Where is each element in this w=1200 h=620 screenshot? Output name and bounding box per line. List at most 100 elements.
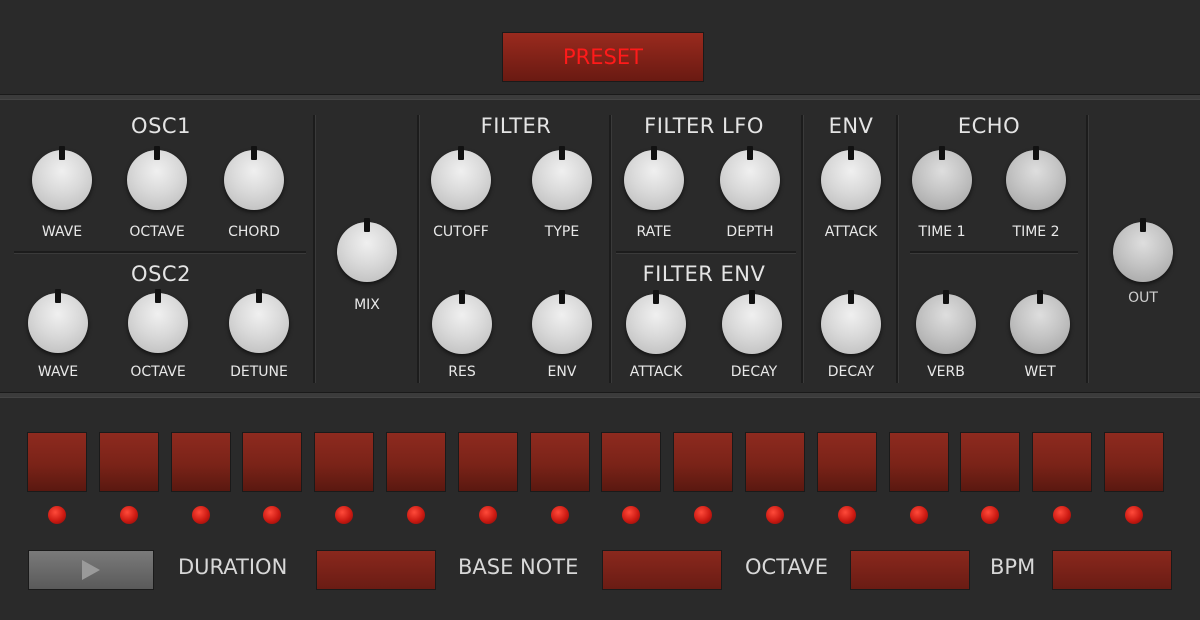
- step-led-2: [120, 506, 138, 524]
- section-title-osc2: OSC2: [131, 262, 191, 286]
- section-title-osc1: OSC1: [131, 114, 191, 138]
- osc-separator: [14, 251, 306, 254]
- duration-label: DURATION: [178, 555, 288, 579]
- step-pad-11[interactable]: [745, 432, 805, 492]
- echo-verb-label: VERB: [927, 364, 965, 380]
- step-led-4: [263, 506, 281, 524]
- lfo-rate-label: RATE: [636, 224, 672, 240]
- filter-env-decay-label: DECAY: [730, 364, 778, 380]
- filter-env-attack-label: ATTACK: [629, 364, 683, 380]
- osc1-octave-knob[interactable]: [127, 146, 187, 210]
- step-led-8: [551, 506, 569, 524]
- filter-env-attack-knob[interactable]: [626, 290, 686, 354]
- osc1-wave-knob[interactable]: [32, 146, 92, 210]
- step-led-1: [48, 506, 66, 524]
- osc1-chord-label: CHORD: [228, 224, 280, 240]
- section-title-filter-env: FILTER ENV: [642, 262, 766, 286]
- env-decay-knob[interactable]: [821, 290, 881, 354]
- echo-wet-label: WET: [1024, 364, 1056, 380]
- step-pad-15[interactable]: [1032, 432, 1092, 492]
- echo-time2-label: TIME 2: [1012, 224, 1060, 240]
- step-led-11: [766, 506, 784, 524]
- step-led-6: [407, 506, 425, 524]
- lfo-rate-knob[interactable]: [624, 146, 684, 210]
- lfo-depth-knob[interactable]: [720, 146, 780, 210]
- step-pad-13[interactable]: [889, 432, 949, 492]
- play-button[interactable]: [28, 550, 154, 590]
- echo-verb-knob[interactable]: [916, 290, 976, 354]
- echo-wet-knob[interactable]: [1010, 290, 1070, 354]
- step-led-10: [694, 506, 712, 524]
- step-pad-2[interactable]: [99, 432, 159, 492]
- osc2-octave-knob[interactable]: [128, 289, 188, 353]
- step-led-7: [479, 506, 497, 524]
- lfo-depth-label: DEPTH: [726, 224, 774, 240]
- step-led-15: [1053, 506, 1071, 524]
- osc2-detune-label: DETUNE: [230, 364, 288, 380]
- osc1-chord-knob[interactable]: [224, 146, 284, 210]
- step-pad-4[interactable]: [242, 432, 302, 492]
- top-divider: [0, 94, 1200, 100]
- step-led-9: [622, 506, 640, 524]
- octave-label: OCTAVE: [745, 555, 829, 579]
- duration-field[interactable]: [316, 550, 436, 590]
- osc2-detune-knob[interactable]: [229, 289, 289, 353]
- step-led-13: [910, 506, 928, 524]
- step-pad-10[interactable]: [673, 432, 733, 492]
- step-pad-14[interactable]: [960, 432, 1020, 492]
- mix-knob[interactable]: [337, 218, 397, 282]
- osc2-octave-label: OCTAVE: [130, 364, 186, 380]
- octave-field[interactable]: [850, 550, 970, 590]
- separator: [896, 115, 899, 383]
- env-decay-label: DECAY: [827, 364, 875, 380]
- section-title-filter-lfo: FILTER LFO: [644, 114, 764, 138]
- section-title-filter: FILTER: [480, 114, 552, 138]
- cutoff-knob[interactable]: [431, 146, 491, 210]
- echo-separator: [910, 251, 1078, 254]
- separator: [417, 115, 420, 383]
- osc1-octave-label: OCTAVE: [129, 224, 185, 240]
- step-pad-12[interactable]: [817, 432, 877, 492]
- step-pad-8[interactable]: [530, 432, 590, 492]
- step-pad-6[interactable]: [386, 432, 446, 492]
- cutoff-label: CUTOFF: [433, 224, 489, 240]
- step-pad-1[interactable]: [27, 432, 87, 492]
- separator: [609, 115, 612, 383]
- step-pad-3[interactable]: [171, 432, 231, 492]
- env-attack-label: ATTACK: [824, 224, 878, 240]
- step-pad-7[interactable]: [458, 432, 518, 492]
- resonance-knob[interactable]: [432, 290, 492, 354]
- osc1-wave-label: WAVE: [41, 224, 83, 240]
- base-note-label: BASE NOTE: [458, 555, 579, 579]
- base-note-field[interactable]: [602, 550, 722, 590]
- echo-time1-label: TIME 1: [918, 224, 966, 240]
- step-led-12: [838, 506, 856, 524]
- bpm-field[interactable]: [1052, 550, 1172, 590]
- separator: [1086, 115, 1089, 383]
- section-title-echo: ECHO: [957, 114, 1021, 138]
- osc2-wave-knob[interactable]: [28, 289, 88, 353]
- separator: [801, 115, 804, 383]
- filter-env-decay-knob[interactable]: [722, 290, 782, 354]
- filter-env-amount-knob[interactable]: [532, 290, 592, 354]
- resonance-label: RES: [448, 364, 476, 380]
- output-label: OUT: [1128, 290, 1158, 306]
- step-pad-5[interactable]: [314, 432, 374, 492]
- step-pad-16[interactable]: [1104, 432, 1164, 492]
- sequencer-divider: [0, 392, 1200, 398]
- step-pad-9[interactable]: [601, 432, 661, 492]
- step-led-14: [981, 506, 999, 524]
- lfo-env-separator: [616, 251, 796, 254]
- output-knob[interactable]: [1113, 218, 1173, 282]
- step-led-16: [1125, 506, 1143, 524]
- filter-env-amount-label: ENV: [547, 364, 577, 380]
- separator: [313, 115, 316, 383]
- section-title-env: ENV: [828, 114, 874, 138]
- echo-time1-knob[interactable]: [912, 146, 972, 210]
- env-attack-knob[interactable]: [821, 146, 881, 210]
- step-led-3: [192, 506, 210, 524]
- filter-type-knob[interactable]: [532, 146, 592, 210]
- echo-time2-knob[interactable]: [1006, 146, 1066, 210]
- preset-button[interactable]: PRESET: [502, 32, 704, 82]
- osc2-wave-label: WAVE: [37, 364, 79, 380]
